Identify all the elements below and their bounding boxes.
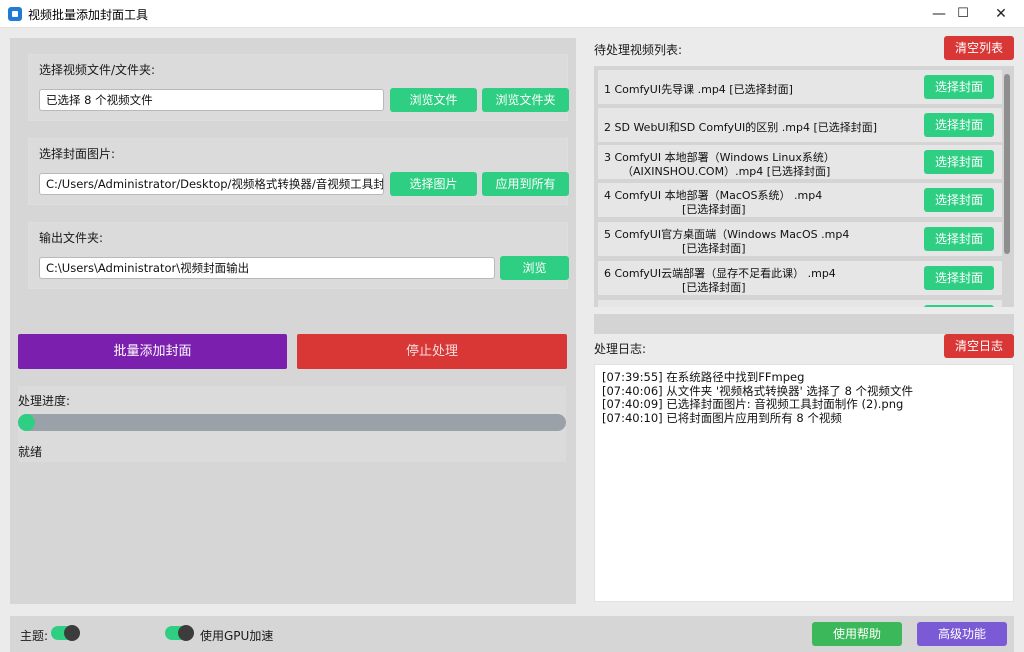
gpu-toggle[interactable] — [165, 625, 194, 641]
log-line: [07:40:10] 已将封面图片应用到所有 8 个视频 — [602, 410, 842, 425]
status-text: 就绪 — [18, 445, 43, 459]
select-cover-button[interactable] — [924, 305, 994, 307]
clear-log-button[interactable]: 清空日志 — [944, 334, 1014, 358]
advanced-button[interactable]: 高级功能 — [917, 622, 1007, 646]
progress-knob — [18, 414, 35, 431]
video-list-item: 6 ComfyUI云端部署（显存不足看此课） .mp4 [已选择封面] 选择封面 — [598, 261, 1002, 295]
cover-select-group: 选择封面图片: C:/Users/Administrator/Desktop/视… — [28, 138, 569, 205]
progress-section: 处理进度: 就绪 — [18, 386, 566, 462]
browse-output-button[interactable]: 浏览 — [500, 256, 569, 280]
window-title: 视频批量添加封面工具 — [28, 8, 149, 22]
select-cover-button[interactable]: 选择封面 — [924, 188, 994, 212]
browse-files-button[interactable]: 浏览文件 — [390, 88, 477, 112]
select-image-button[interactable]: 选择图片 — [390, 172, 477, 196]
video-list-item-status: [已选择封面] — [682, 242, 746, 255]
video-list-item: 1 ComfyUI先导课 .mp4 [已选择封面] 选择封面 — [598, 70, 1002, 104]
right-panel: 待处理视频列表: 清空列表 1 ComfyUI先导课 .mp4 [已选择封面] 选… — [588, 28, 1024, 652]
log-label: 处理日志: — [594, 342, 647, 356]
select-cover-button[interactable]: 选择封面 — [924, 266, 994, 290]
video-select-group: 选择视频文件/文件夹: 已选择 8 个视频文件 浏览文件 浏览文件夹 — [28, 54, 569, 121]
video-list-item-status: （AIXINSHOU.COM）.mp4 [已选择封面] — [622, 165, 831, 178]
close-button[interactable]: ✕ — [978, 0, 1024, 28]
app-icon — [8, 7, 22, 21]
browse-folder-button[interactable]: 浏览文件夹 — [482, 88, 569, 112]
cover-select-label: 选择封面图片: — [39, 147, 116, 161]
clear-list-button[interactable]: 清空列表 — [944, 36, 1014, 60]
video-select-label: 选择视频文件/文件夹: — [39, 63, 156, 77]
output-folder-group: 输出文件夹: C:\Users\Administrator\视频封面输出 浏览 — [28, 222, 569, 289]
title-bar: 视频批量添加封面工具 — ☐ ✕ — [0, 0, 1024, 28]
progress-label: 处理进度: — [18, 394, 71, 408]
theme-toggle-knob — [64, 625, 80, 641]
video-list-item: 4 ComfyUI 本地部署（MacOS系统） .mp4 [已选择封面] 选择封面 — [598, 183, 1002, 217]
video-list-item: 2 SD WebUI和SD ComfyUI的区别 .mp4 [已选择封面] 选择封… — [598, 108, 1002, 142]
list-scrollbar[interactable] — [1004, 74, 1010, 254]
log-line: [07:40:09] 已选择封面图片: 音视频工具封面制作 (2).png — [602, 397, 904, 411]
select-cover-button[interactable]: 选择封面 — [924, 75, 994, 99]
video-list-item-status: [已选择封面] — [682, 281, 746, 294]
theme-toggle[interactable] — [51, 625, 80, 641]
video-list-item: 3 ComfyUI 本地部署（Windows Linux系统） （AIXINSHO… — [598, 145, 1002, 179]
gpu-toggle-knob — [178, 625, 194, 641]
video-list-item-status: [已选择封面] — [682, 203, 746, 216]
output-folder-label: 输出文件夹: — [39, 231, 104, 245]
apply-all-button[interactable]: 应用到所有 — [482, 172, 569, 196]
help-button[interactable]: 使用帮助 — [812, 622, 902, 646]
video-list-item-title: 1 ComfyUI先导课 .mp4 [已选择封面] — [604, 83, 793, 96]
bottom-bar: 主题: 使用GPU加速 使用帮助 高级功能 — [10, 616, 1014, 652]
video-list-item — [598, 300, 1002, 307]
output-path-input[interactable]: C:\Users\Administrator\视频封面输出 — [39, 257, 495, 279]
stop-processing-button[interactable]: 停止处理 — [297, 334, 567, 369]
video-path-input[interactable]: 已选择 8 个视频文件 — [39, 89, 384, 111]
cover-path-input[interactable]: C:/Users/Administrator/Desktop/视频格式转换器/音… — [39, 173, 384, 195]
theme-label: 主题: — [20, 629, 49, 643]
video-list-label: 待处理视频列表: — [594, 43, 683, 57]
video-list-item-title: 2 SD WebUI和SD ComfyUI的区别 .mp4 [已选择封面] — [604, 121, 878, 134]
video-list[interactable]: 1 ComfyUI先导课 .mp4 [已选择封面] 选择封面 2 SD WebUI和… — [594, 66, 1014, 307]
list-footer-strip — [594, 314, 1014, 334]
log-line: [07:39:55] 在系统路径中找到FFmpeg — [602, 370, 805, 384]
video-list-item: 5 ComfyUI官方桌面端（Windows MacOS .mp4 [已选择封面]… — [598, 222, 1002, 256]
main-window: 选择视频文件/文件夹: 已选择 8 个视频文件 浏览文件 浏览文件夹 选择封面图… — [0, 28, 1024, 652]
select-cover-button[interactable]: 选择封面 — [924, 150, 994, 174]
log-line: [07:40:06] 从文件夹 '视频格式转换器' 选择了 8 个视频文件 — [602, 383, 914, 398]
gpu-label: 使用GPU加速 — [200, 629, 274, 643]
select-cover-button[interactable]: 选择封面 — [924, 227, 994, 251]
batch-add-cover-button[interactable]: 批量添加封面 — [18, 334, 287, 369]
left-panel: 选择视频文件/文件夹: 已选择 8 个视频文件 浏览文件 浏览文件夹 选择封面图… — [10, 38, 576, 604]
select-cover-button[interactable]: 选择封面 — [924, 113, 994, 137]
progress-bar — [18, 414, 566, 431]
log-output: [07:39:55] 在系统路径中找到FFmpeg [07:40:06] 从文件夹… — [594, 364, 1014, 602]
